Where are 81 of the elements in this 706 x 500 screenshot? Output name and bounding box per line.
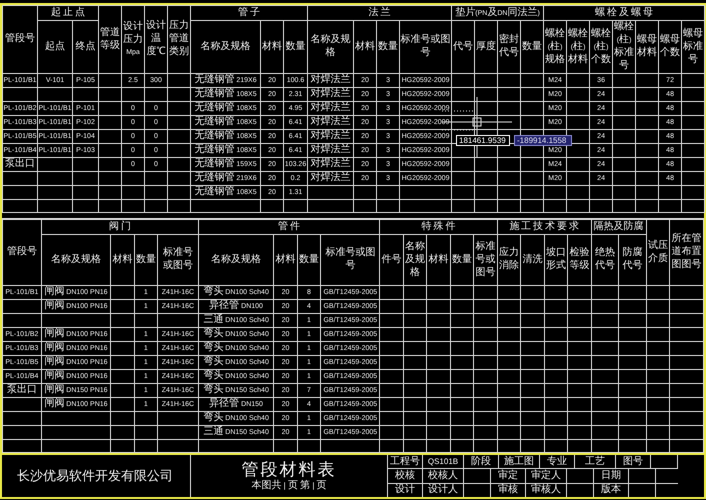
table-cell: 对焊法兰 xyxy=(308,130,354,144)
title-block-value: QS101B xyxy=(423,455,464,468)
sheet-count: 本图共 | 页 第 | 页 xyxy=(251,480,327,492)
column-header: 数量 xyxy=(134,234,158,286)
column-header: 数量 xyxy=(450,234,474,286)
column-header: 螺母标准号 xyxy=(682,20,705,74)
title-block-label: 版本 xyxy=(594,484,629,497)
table-cell: 泵出口 xyxy=(2,384,42,398)
column-group-header: 螺 栓 及 螺 母 xyxy=(544,6,705,20)
table-cell: 对焊法兰 xyxy=(308,116,354,130)
column-header: 坡口形式 xyxy=(544,234,568,286)
column-header: 绝热代号 xyxy=(591,234,619,286)
x-coordinate-field[interactable]: 181461.9539 xyxy=(456,135,510,146)
column-group-header: 阀 门 xyxy=(41,220,198,234)
title-block-label: 审定 xyxy=(491,469,526,483)
column-header: 清洗 xyxy=(520,234,544,286)
column-header: 数量 xyxy=(376,20,400,74)
drawing-title: 管段材料表 xyxy=(242,460,336,480)
column-header: 检验等级 xyxy=(568,234,592,286)
column-header: 密封代号 xyxy=(498,20,521,74)
table-cell: 对焊法兰 xyxy=(308,144,354,158)
column-header: 数量 xyxy=(520,20,544,74)
title-block-value: 工艺 xyxy=(575,455,616,468)
table-cell: 对焊法兰 xyxy=(308,158,354,172)
title-block-label: 校核 xyxy=(388,469,423,483)
title-block-label: 设计 xyxy=(388,484,423,497)
column-header: 标准号或图号 xyxy=(400,20,452,74)
column-header: 螺母个数 xyxy=(658,20,682,74)
table-cell: 对焊法兰 xyxy=(308,88,354,102)
title-block-label: 阶段 xyxy=(464,455,499,468)
column-header: 管段号 xyxy=(2,220,42,286)
column-group-header: 隔热及防腐 xyxy=(591,220,646,234)
y-coordinate-field[interactable]: -189914.1558 xyxy=(514,135,572,146)
column-group-header: 施 工 技 术 要 求 xyxy=(497,220,592,234)
table-cell: 对焊法兰 xyxy=(308,172,354,186)
title-block-label: 工程号 xyxy=(388,455,423,468)
column-header: 材料 xyxy=(354,20,377,74)
column-header: 应力消除 xyxy=(497,234,521,286)
column-group-header: 管 件 xyxy=(198,220,380,234)
column-group-header: 管 子 xyxy=(190,6,308,20)
column-group-header: 起 止 点 xyxy=(38,6,98,20)
column-header: 件号 xyxy=(380,234,404,286)
column-header: 名称及规格 xyxy=(308,20,354,74)
column-group-header: 法 兰 xyxy=(308,6,452,20)
title-block-value: 设计人 xyxy=(423,484,464,497)
title-block-value: 施工图 xyxy=(499,455,540,468)
title-block-value: 审定人 xyxy=(526,469,567,483)
column-header: 数量 xyxy=(297,234,321,286)
title-block-label: 图号 xyxy=(616,455,651,468)
column-header: 设计温度℃ xyxy=(144,6,168,74)
title-block-label: 日期 xyxy=(594,469,629,483)
column-header: 管道等级 xyxy=(98,6,122,74)
title-block-label: 专业 xyxy=(540,455,575,468)
column-header: 代号 xyxy=(452,20,475,74)
table-cell: 对焊法兰 xyxy=(308,102,354,116)
column-header: 标准号或图号 xyxy=(158,234,198,286)
column-header: 名称及规格 xyxy=(41,234,111,286)
column-header: 螺母材料 xyxy=(636,20,659,74)
title-block-value: 审核人 xyxy=(526,484,567,497)
column-header: 起点 xyxy=(38,20,72,74)
title-block-label: 审核 xyxy=(491,484,526,497)
table-cell: 对焊法兰 xyxy=(308,74,354,88)
column-header: 材料 xyxy=(110,234,134,286)
column-header: 材料 xyxy=(274,234,298,286)
column-header: 试压介质 xyxy=(646,220,670,286)
column-header: 名称及规格 xyxy=(198,234,274,286)
column-header: 材料 xyxy=(260,20,284,74)
column-group-header: 特 殊 件 xyxy=(380,220,498,234)
column-header: 管段号 xyxy=(2,6,38,74)
column-header: 所在管道布置图图号 xyxy=(670,220,704,286)
column-header: 标准号或图号 xyxy=(474,234,498,286)
company-name: 长沙优易软件开发有限公司 xyxy=(0,455,191,497)
column-header: 数量 xyxy=(284,20,308,74)
column-header: 名称及规格 xyxy=(190,20,260,74)
column-header: 名称及规格 xyxy=(403,234,427,286)
column-header: 材料 xyxy=(426,234,450,286)
table-cell: 泵出口 xyxy=(2,158,38,172)
column-header: 标准号或图号 xyxy=(320,234,380,286)
column-header: 厚度 xyxy=(474,20,498,74)
column-header: 压力管道类别 xyxy=(168,6,190,74)
title-block-value: 校核人 xyxy=(423,469,464,483)
